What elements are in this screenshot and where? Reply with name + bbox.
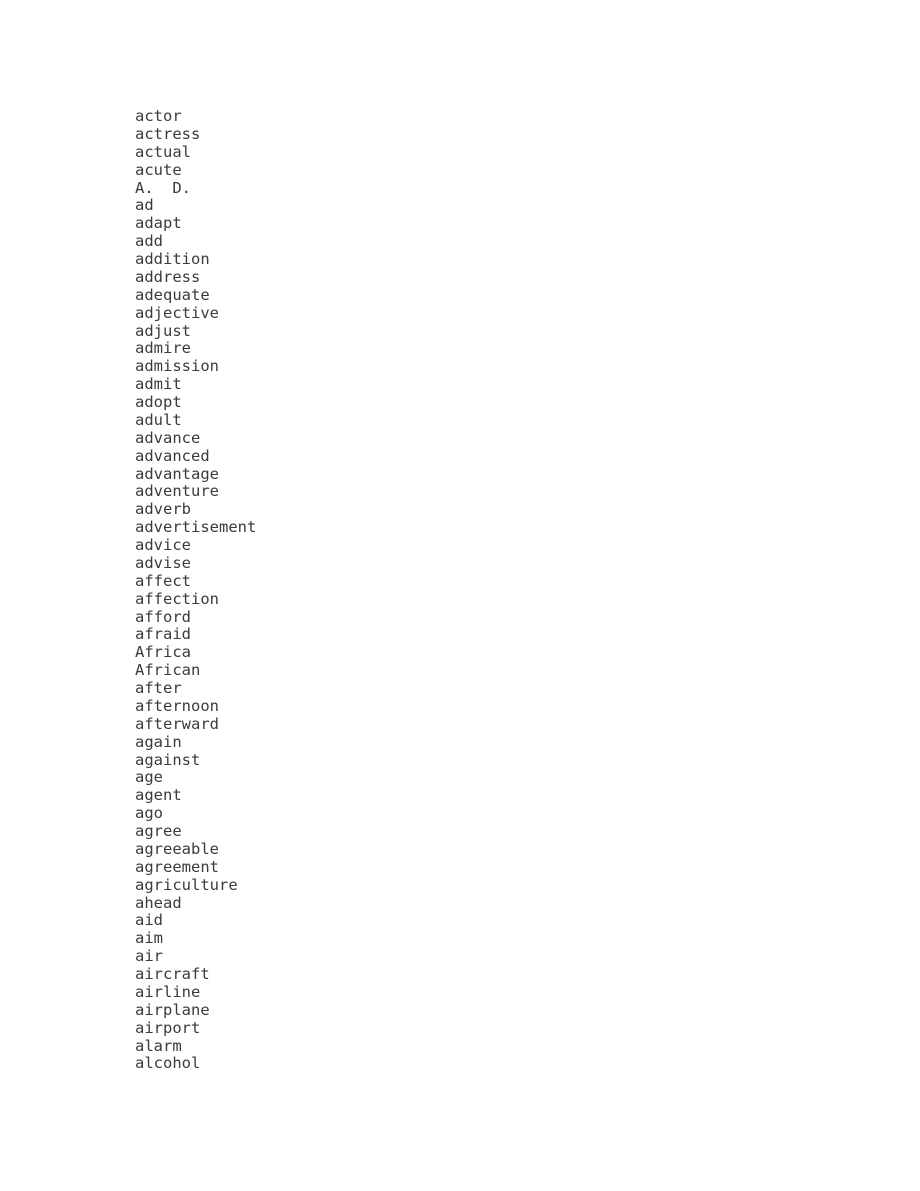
list-item: A. D. xyxy=(135,178,191,197)
list-item: acute xyxy=(135,160,182,179)
list-item: aircraft xyxy=(135,965,210,983)
list-item: ad xyxy=(135,196,154,215)
list-item: Africa xyxy=(135,643,191,662)
list-item: again xyxy=(135,732,182,751)
list-item: airplane xyxy=(135,1000,210,1019)
list-item: admission xyxy=(135,357,219,376)
list-item: address xyxy=(135,267,201,286)
list-item: affect xyxy=(135,571,191,590)
list-item: agriculture xyxy=(135,875,238,894)
list-item: agent xyxy=(135,786,182,805)
list-item: adult xyxy=(135,410,182,429)
list-item: ago xyxy=(135,804,163,823)
list-item: add xyxy=(135,232,163,251)
list-item: adopt xyxy=(135,393,182,411)
list-item: advantage xyxy=(135,464,219,483)
list-item: African xyxy=(135,661,201,680)
list-item: addition xyxy=(135,250,210,268)
list-item: afraid xyxy=(135,625,191,644)
list-item: advice xyxy=(135,536,191,554)
list-item: affection xyxy=(135,589,219,608)
list-item: adventure xyxy=(135,482,219,501)
list-item: adapt xyxy=(135,214,182,233)
list-item: agreeable xyxy=(135,839,219,858)
list-item: actress xyxy=(135,124,201,143)
list-item: adjective xyxy=(135,303,219,322)
list-item: alcohol xyxy=(135,1054,201,1073)
word-list: actor actress actual acute A. D. ad adap… xyxy=(135,107,257,1073)
list-item: adverb xyxy=(135,500,191,519)
list-item: airport xyxy=(135,1018,201,1037)
list-item: admire xyxy=(135,339,191,358)
list-item: against xyxy=(135,750,201,769)
list-item: alarm xyxy=(135,1036,182,1055)
list-item: airline xyxy=(135,982,201,1001)
list-item: air xyxy=(135,947,163,966)
list-item: afterward xyxy=(135,714,219,733)
list-item: advise xyxy=(135,553,191,572)
list-item: age xyxy=(135,768,163,787)
list-item: advertisement xyxy=(135,518,257,537)
list-item: adequate xyxy=(135,285,210,304)
list-item: advanced xyxy=(135,446,210,465)
list-item: afternoon xyxy=(135,696,219,715)
list-item: actual xyxy=(135,142,191,161)
list-item: advance xyxy=(135,428,201,447)
list-item: adjust xyxy=(135,321,191,340)
list-item: aid xyxy=(135,911,163,930)
list-item: admit xyxy=(135,375,182,394)
list-item: agreement xyxy=(135,857,219,876)
list-item: aim xyxy=(135,929,163,948)
list-item: after xyxy=(135,679,182,697)
list-item: agree xyxy=(135,822,182,840)
list-item: ahead xyxy=(135,893,182,912)
list-item: actor xyxy=(135,107,182,125)
document-page: actor actress actual acute A. D. ad adap… xyxy=(0,0,920,1191)
list-item: afford xyxy=(135,607,191,626)
